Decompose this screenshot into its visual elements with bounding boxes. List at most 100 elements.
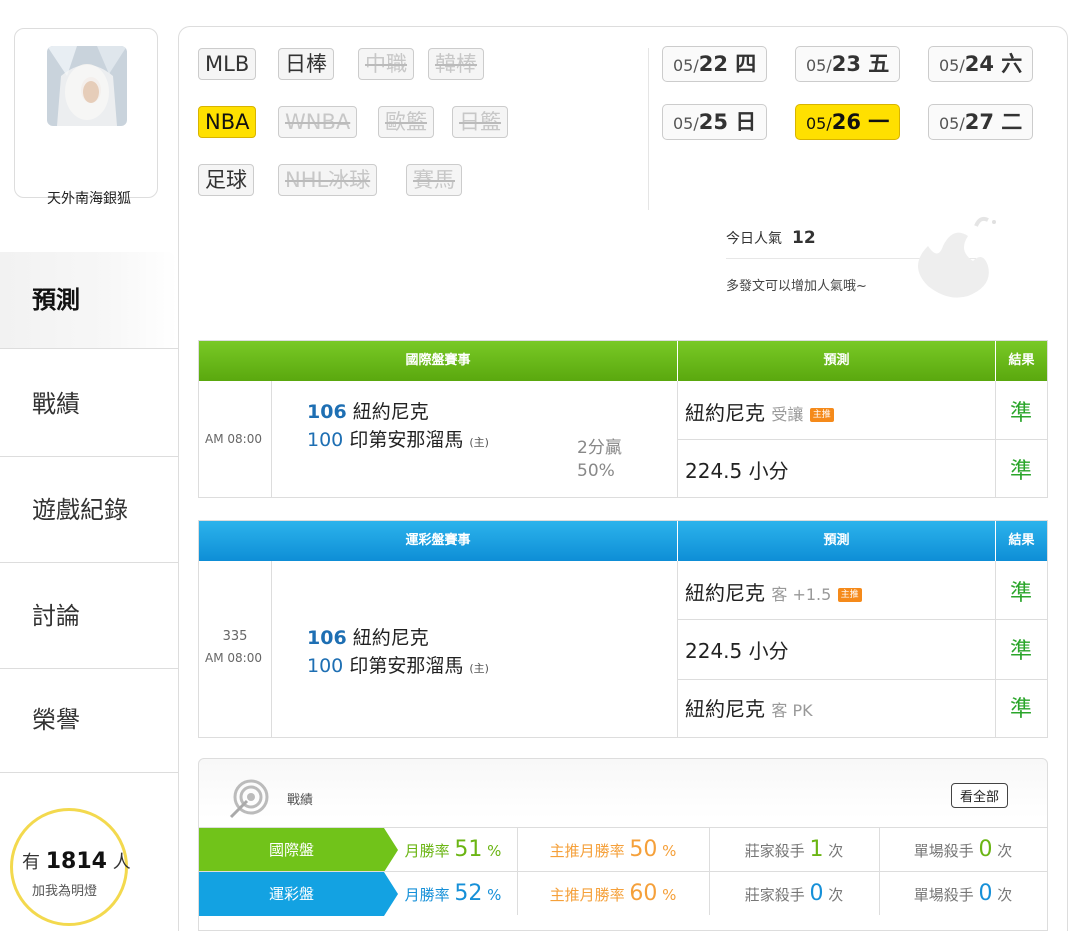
away-team-name: 紐約尼克 <box>352 627 429 649</box>
sport-kbo: 韓棒 <box>428 48 484 80</box>
prediction-sub: 受讓 <box>771 405 804 424</box>
date-0526[interactable]: 05/26 一 <box>795 104 901 140</box>
prediction-team: 紐約尼克 <box>685 697 765 721</box>
single-value: 0 <box>978 837 993 862</box>
times: 次 <box>997 842 1013 860</box>
date-month: 05/ <box>806 56 832 75</box>
result-3: 準 <box>1009 697 1032 722</box>
home-mark: (主) <box>469 662 489 675</box>
bank-label: 莊家殺手 <box>744 886 805 904</box>
date-0524[interactable]: 05/24 六 <box>928 46 1034 82</box>
prediction-sub: 客 PK <box>771 701 813 720</box>
intl-table: 國際盤賽事 預測 結果 AM 08:00 106 紐約尼克 100 印第安那溜馬… <box>198 340 1048 498</box>
prediction-team: 紐約尼克 <box>685 401 765 425</box>
single-killer: 單場殺手 0 次 <box>879 828 1047 872</box>
date-0522[interactable]: 05/22 四 <box>662 46 768 82</box>
result-2: 準 <box>1009 459 1032 484</box>
nav-divider <box>0 772 178 773</box>
single-value: 0 <box>978 881 993 906</box>
main-panel: MLB 日棒 中職 韓棒 NBA WNBA 歐籃 日籃 足球 NHL冰球 賽馬 … <box>178 0 1080 931</box>
home-mark: (主) <box>469 436 489 449</box>
lottery-table: 運彩盤賽事 預測 結果 335 AM 08:00 106 紐約尼克 100 印第… <box>198 520 1048 738</box>
home-team-name: 印第安那溜馬 <box>349 655 464 677</box>
nav-divider <box>0 348 178 349</box>
popularity-tip: 多發文可以增加人氣哦~ <box>726 279 867 294</box>
match-time: AM 08:00 <box>205 432 262 446</box>
main-pick-win-rate: 主推月勝率 50 % <box>517 828 709 872</box>
date-day: 22 四 <box>698 52 757 76</box>
date-month: 05/ <box>673 114 699 133</box>
bank-killer: 莊家殺手 1 次 <box>709 828 879 872</box>
date-month: 05/ <box>673 56 699 75</box>
nav-item-record[interactable]: 戰績 <box>0 352 178 456</box>
main-label: 主推月勝率 <box>549 842 625 860</box>
sport-cpbl: 中職 <box>358 48 414 80</box>
win-label: 月勝率 <box>404 842 450 860</box>
divider <box>709 827 710 915</box>
avatar[interactable] <box>47 46 127 126</box>
sport-horse-racing: 賽馬 <box>406 164 462 196</box>
bank-value: 0 <box>809 881 824 906</box>
date-0525[interactable]: 05/25 日 <box>662 104 768 140</box>
flame-decoration-icon <box>898 206 1008 310</box>
bank-value: 1 <box>809 837 824 862</box>
popularity-label: 今日人氣 <box>726 231 782 247</box>
spread-percent: 50% <box>577 461 615 481</box>
sport-mlb[interactable]: MLB <box>198 48 257 80</box>
target-icon <box>227 777 271 825</box>
date-month: 05/ <box>806 114 832 133</box>
divider <box>879 827 880 915</box>
sport-nba[interactable]: NBA <box>198 106 257 138</box>
away-number: 106 <box>307 627 347 649</box>
divider <box>677 679 1047 680</box>
single-killer: 單場殺手 0 次 <box>879 872 1047 916</box>
divider <box>648 48 649 210</box>
prediction-sub: 客 +1.5 <box>771 585 832 604</box>
view-all-button[interactable]: 看全部 <box>951 783 1009 808</box>
percent: % <box>662 842 677 860</box>
date-day: 26 一 <box>831 110 890 134</box>
home-number: 100 <box>307 655 344 677</box>
prediction-1: 紐約尼克 受讓 主推 <box>685 397 834 426</box>
fans-suffix: 人 <box>112 852 131 873</box>
fans-prefix: 有 <box>22 852 40 873</box>
date-0523[interactable]: 05/23 五 <box>795 46 901 82</box>
nav-item-honor[interactable]: 榮譽 <box>0 668 178 772</box>
avatar-card[interactable] <box>14 28 158 198</box>
result-1: 準 <box>1009 401 1032 426</box>
bank-label: 莊家殺手 <box>744 842 805 860</box>
record-row-intl: 國際盤 月勝率 51 % 主推月勝率 50 % 莊家殺手 1 次 單場殺手 0 … <box>199 827 1047 872</box>
fans-caption[interactable]: 加我為明燈 <box>32 880 97 899</box>
win-value: 51 <box>454 837 483 862</box>
divider <box>677 561 678 737</box>
date-day: 23 五 <box>831 52 890 76</box>
record-title: 戰績 <box>287 793 314 808</box>
main-pick-badge: 主推 <box>837 587 862 602</box>
intl-header-prediction: 預測 <box>677 341 995 381</box>
match-time: AM 08:00 <box>205 651 262 665</box>
fans-count: 有 1814 人 <box>22 848 131 874</box>
nav-item-discussion[interactable]: 討論 <box>0 564 178 668</box>
bank-killer: 莊家殺手 0 次 <box>709 872 879 916</box>
main-value: 60 <box>629 881 658 906</box>
record-row-lottery: 運彩盤 月勝率 52 % 主推月勝率 60 % 莊家殺手 0 次 單場殺手 0 … <box>199 871 1047 916</box>
sport-soccer[interactable]: 足球 <box>198 164 254 196</box>
nav-item-game-log[interactable]: 遊戲紀錄 <box>0 458 178 562</box>
away-team: 106 紐約尼克 <box>307 397 429 424</box>
nav-item-predict[interactable]: 預測 <box>0 252 178 348</box>
username: 天外南海銀狐 <box>47 191 131 207</box>
win-value: 52 <box>454 881 483 906</box>
prediction-team: 紐約尼克 <box>685 581 765 605</box>
game-number: 335 <box>222 629 248 644</box>
result-1: 準 <box>1009 581 1032 606</box>
lottery-header-game: 運彩盤賽事 <box>199 521 677 561</box>
times: 次 <box>828 842 844 860</box>
single-label: 單場殺手 <box>913 842 974 860</box>
date-0527[interactable]: 05/27 二 <box>928 104 1034 140</box>
date-day: 25 日 <box>698 110 757 134</box>
sport-japan-baseball[interactable]: 日棒 <box>278 48 334 80</box>
win-label: 月勝率 <box>404 886 450 904</box>
percent: % <box>662 886 677 904</box>
nav-divider <box>0 456 178 457</box>
away-team: 106 紐約尼克 <box>307 623 429 650</box>
